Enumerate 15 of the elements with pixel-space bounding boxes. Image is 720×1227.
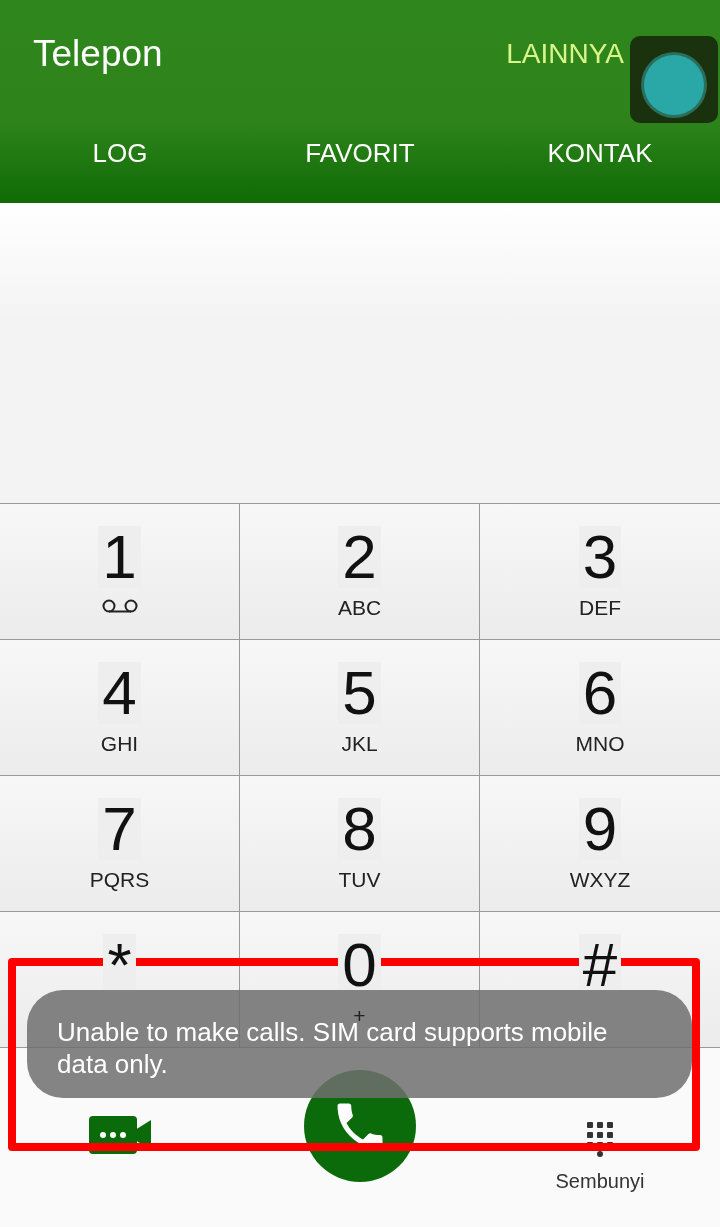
app-title: Telepon <box>33 33 163 75</box>
tab[interactable]: KONTAK <box>480 108 720 169</box>
tab[interactable]: LOG <box>0 108 240 169</box>
more-menu-button[interactable]: LAINNYA <box>506 38 624 70</box>
hide-keypad-button[interactable]: Sembunyi <box>549 1121 651 1194</box>
dial-key[interactable]: 2 ABC <box>240 504 480 640</box>
dial-key[interactable]: 1 <box>0 504 240 640</box>
floating-assist-button[interactable] <box>630 36 718 123</box>
dial-key[interactable]: 8 TUV <box>240 776 480 912</box>
dial-key[interactable]: 5 JKL <box>240 640 480 776</box>
tab[interactable]: FAVORIT <box>240 108 480 169</box>
voicemail-icon <box>100 598 139 614</box>
dial-key[interactable]: 7 PQRS <box>0 776 240 912</box>
dial-key[interactable]: 4 GHI <box>0 640 240 776</box>
dialpad-icon <box>587 1122 613 1158</box>
